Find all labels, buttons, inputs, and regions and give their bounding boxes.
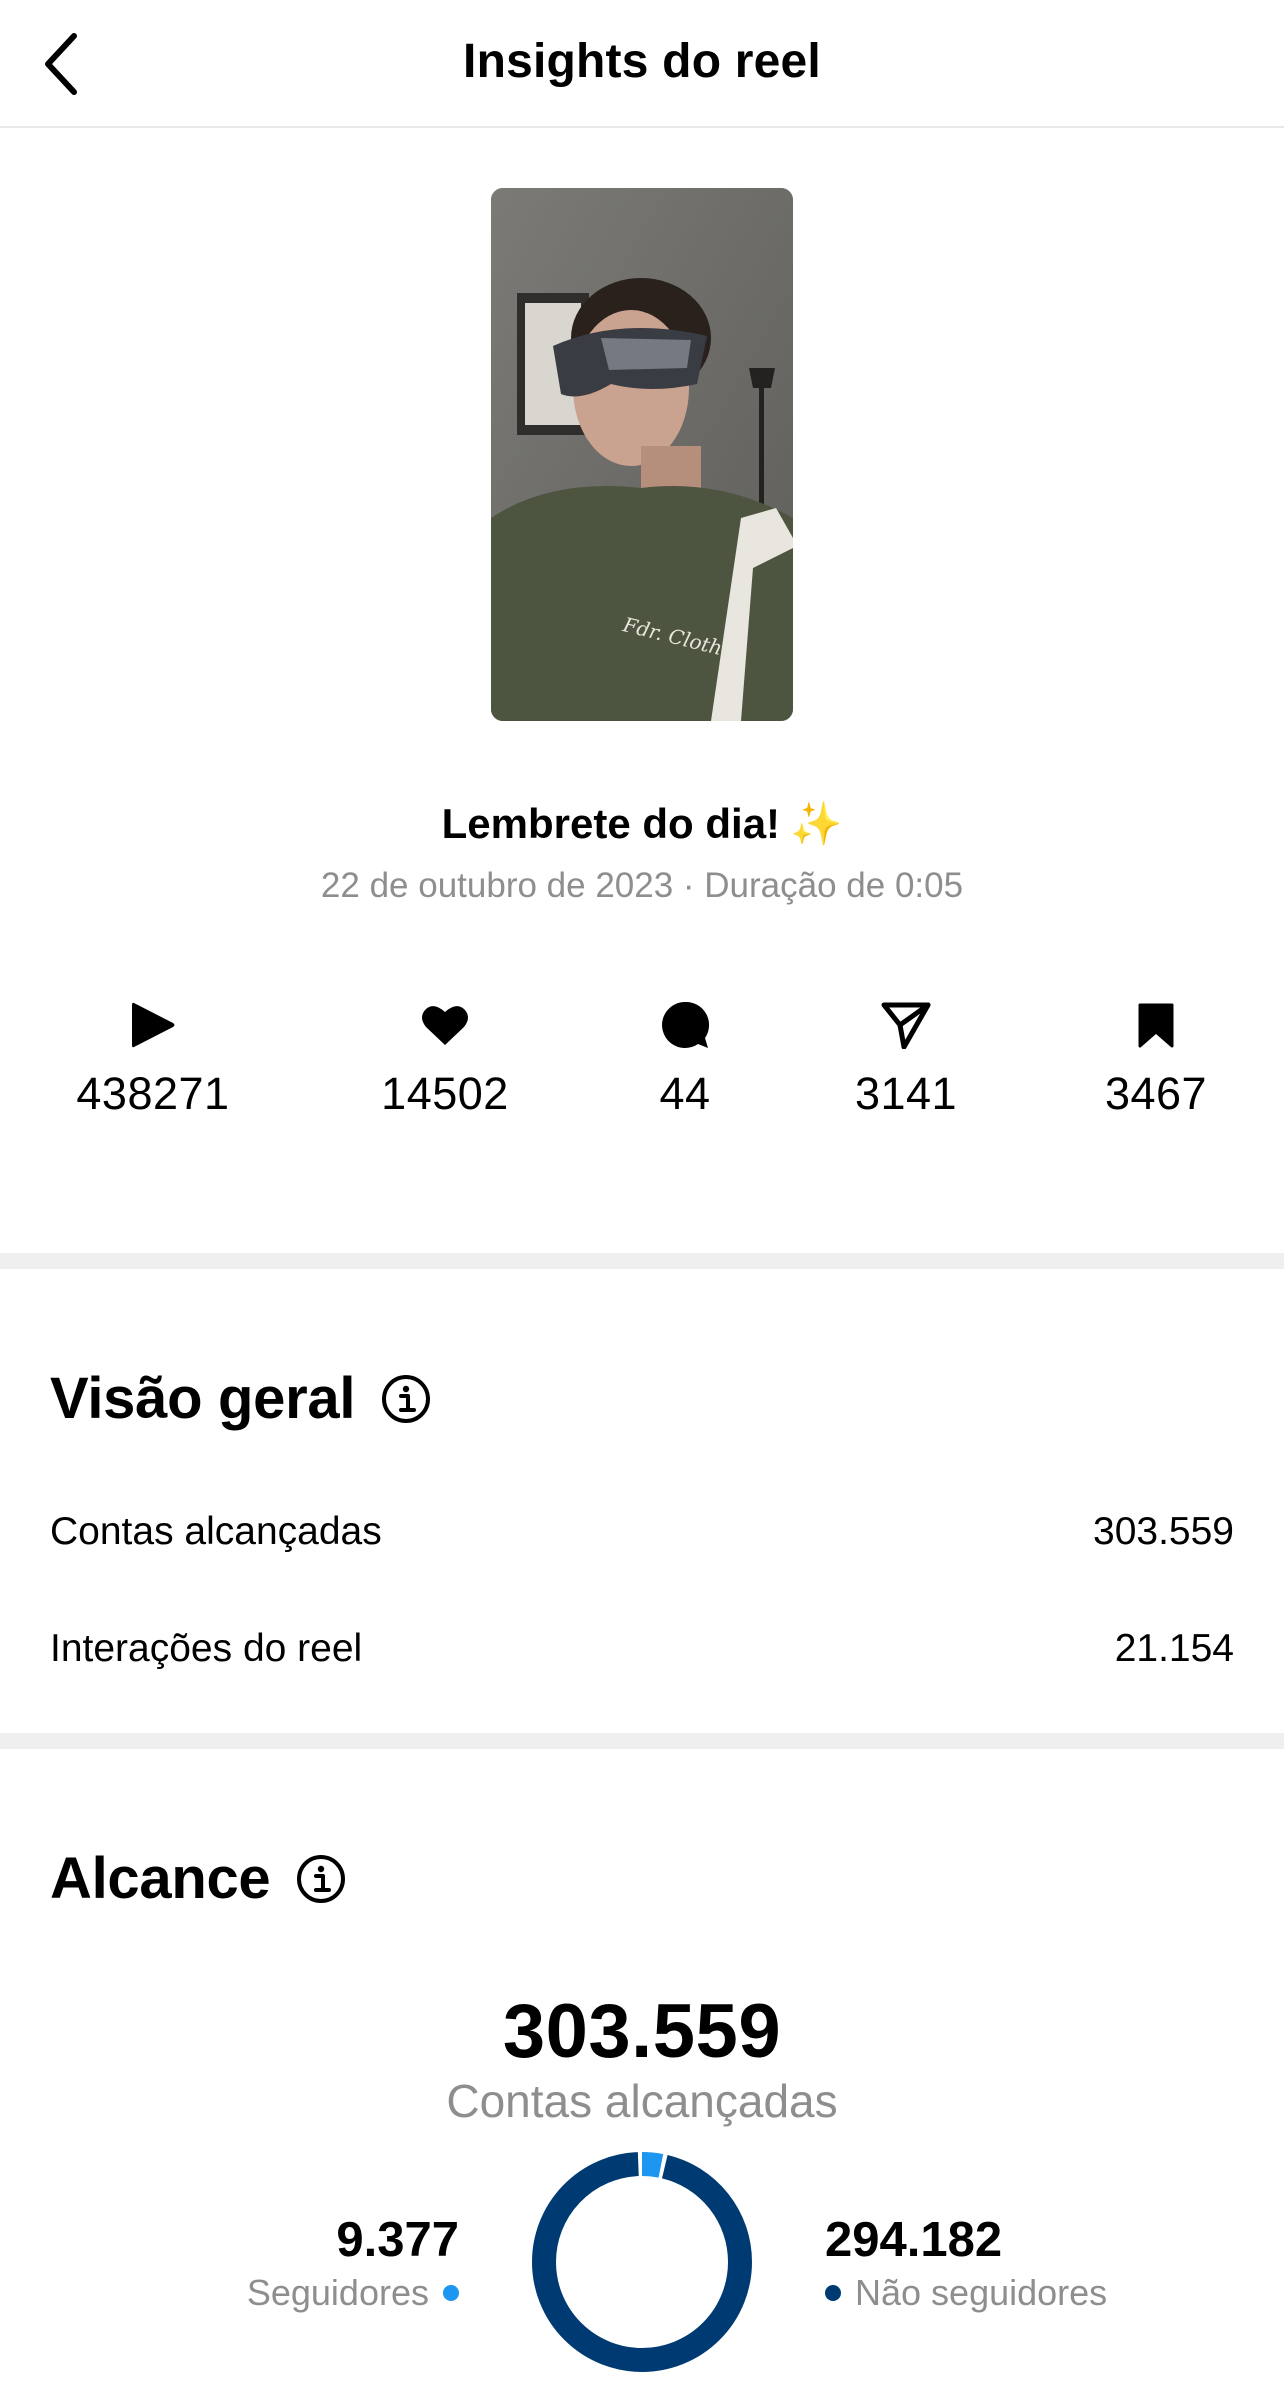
reach-total: 303.559: [502, 1989, 782, 2074]
play-icon: [128, 1000, 178, 1050]
overview-title: Visão geral: [50, 1365, 431, 1432]
non-followers-label: Não seguidores: [855, 2272, 1108, 2313]
reel-thumbnail-image: Fdr. Clothi: [491, 188, 793, 721]
info-icon[interactable]: [296, 1854, 346, 1904]
overview-row-label: Interações do reel: [50, 1627, 363, 1670]
stat-likes-value: 14502: [381, 1068, 509, 1119]
info-icon[interactable]: [381, 1374, 431, 1424]
followers-dot: [443, 2285, 459, 2301]
stat-saves[interactable]: 3467: [1036, 1000, 1276, 1120]
non-followers-dot: [825, 2285, 841, 2301]
legend-non-followers: 294.182 Não seguidores: [825, 2212, 1107, 2314]
reach-donut-chart: [532, 2152, 752, 2372]
reel-thumbnail[interactable]: Fdr. Clothi: [491, 188, 793, 721]
stat-plays-value: 438271: [76, 1068, 230, 1119]
stat-shares[interactable]: 3141: [786, 1000, 1026, 1120]
donut-segment-non-followers: [532, 2152, 752, 2372]
followers-label-row: Seguidores: [247, 2272, 459, 2314]
stat-comments-value: 44: [659, 1068, 711, 1119]
legend-followers: 9.377 Seguidores: [247, 2212, 459, 2314]
reel-caption-text: Lembrete do dia!: [441, 800, 781, 847]
reel-caption: Lembrete do dia! ✨: [0, 800, 1284, 849]
reach-title: Alcance: [50, 1845, 346, 1912]
page-title: Insights do reel: [463, 35, 821, 88]
stat-comments[interactable]: 44: [565, 1000, 805, 1120]
overview-row-value: 303.559: [1093, 1510, 1234, 1553]
overview-row-label: Contas alcançadas: [50, 1510, 382, 1553]
reach-title-text: Alcance: [50, 1846, 271, 1911]
reel-meta: 22 de outubro de 2023 · Duração de 0:05: [320, 866, 964, 905]
section-divider: [0, 1253, 1284, 1269]
sparkles-icon: ✨: [790, 800, 843, 847]
stat-likes[interactable]: 14502: [325, 1000, 565, 1120]
stat-plays[interactable]: 438271: [33, 1000, 273, 1120]
comment-icon: [660, 1000, 710, 1050]
overview-title-text: Visão geral: [50, 1366, 356, 1431]
stat-shares-value: 3141: [854, 1068, 958, 1119]
stat-saves-value: 3467: [1104, 1068, 1208, 1119]
reach-total-label: Contas alcançadas: [446, 2075, 838, 2127]
share-icon: [881, 1000, 931, 1050]
bookmark-icon: [1131, 1000, 1181, 1050]
non-followers-value: 294.182: [825, 2213, 1003, 2267]
engagement-stats: 438271 14502 44 3141 3467: [0, 1000, 1284, 1140]
followers-value: 9.377: [336, 2213, 459, 2267]
section-divider: [0, 1733, 1284, 1749]
top-bar: Insights do reel: [0, 0, 1284, 128]
overview-row-value: 21.154: [1114, 1627, 1234, 1670]
non-followers-label-row: Não seguidores: [825, 2272, 1107, 2314]
overview-row-accounts-reached[interactable]: Contas alcançadas 303.559: [50, 1510, 1234, 1554]
overview-row-reel-interactions[interactable]: Interações do reel 21.154: [50, 1627, 1234, 1671]
heart-icon: [420, 1000, 470, 1050]
followers-label: Seguidores: [246, 2272, 429, 2313]
